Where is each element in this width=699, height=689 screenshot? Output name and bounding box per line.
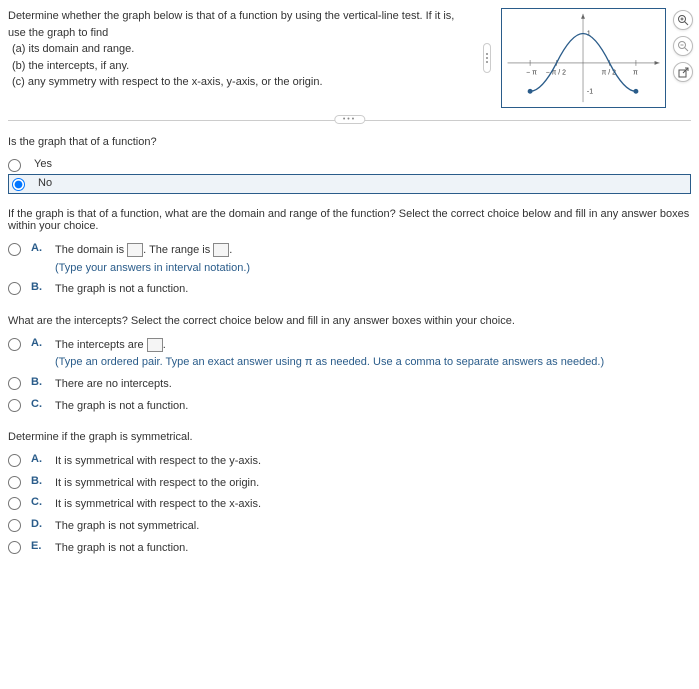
graph-container: − π − π / 2 π / 2 π 1 -1 <box>501 8 691 108</box>
q3-option-b[interactable]: B. There are no intercepts. <box>8 374 691 396</box>
graph-plot: − π − π / 2 π / 2 π 1 -1 <box>501 8 666 108</box>
q3-radio-a[interactable] <box>8 338 21 351</box>
q3-section: What are the intercepts? Select the corr… <box>8 315 691 417</box>
q2-b-letter: B. <box>31 281 45 293</box>
q3-radio-c[interactable] <box>8 399 21 412</box>
q4-a-letter: A. <box>31 453 45 465</box>
q2-radio-a[interactable] <box>8 243 21 256</box>
q4-option-a[interactable]: A. It is symmetrical with respect to the… <box>8 451 691 473</box>
intro-a: (a) its domain and range. <box>12 41 473 58</box>
q4-c-text: It is symmetrical with respect to the x-… <box>55 496 691 514</box>
q4-prompt: Determine if the graph is symmetrical. <box>8 431 691 443</box>
q4-b-text: It is symmetrical with respect to the or… <box>55 475 691 493</box>
q1-radio-no[interactable] <box>12 178 25 191</box>
q4-c-letter: C. <box>31 496 45 508</box>
q1-no-label: No <box>35 177 52 189</box>
q4-option-e[interactable]: E. The graph is not a function. <box>8 538 691 560</box>
q1-option-no[interactable]: No <box>8 174 691 194</box>
q4-radio-d[interactable] <box>8 519 21 532</box>
q1-section: Is the graph that of a function? Yes No <box>8 136 691 194</box>
q2-option-b[interactable]: B. The graph is not a function. <box>8 279 691 301</box>
q3-b-text: There are no intercepts. <box>55 376 691 394</box>
ellipsis-handle-icon[interactable]: ••• <box>334 115 365 124</box>
q3-option-a[interactable]: A. The intercepts are . (Type an ordered… <box>8 335 691 374</box>
q3-a-hint: (Type an ordered pair. Type an exact ans… <box>55 356 604 368</box>
q1-radio-yes[interactable] <box>8 159 21 172</box>
q4-radio-b[interactable] <box>8 476 21 489</box>
q3-prompt: What are the intercepts? Select the corr… <box>8 315 691 327</box>
q4-option-d[interactable]: D. The graph is not symmetrical. <box>8 516 691 538</box>
q4-e-text: The graph is not a function. <box>55 540 691 558</box>
q1-prompt: Is the graph that of a function? <box>8 136 691 148</box>
question-text: Determine whether the graph below is tha… <box>8 8 473 108</box>
zoom-in-icon[interactable] <box>673 10 693 30</box>
intercepts-input[interactable] <box>147 338 163 352</box>
q4-d-text: The graph is not symmetrical. <box>55 518 691 536</box>
resize-handle[interactable] <box>483 43 491 73</box>
domain-input[interactable] <box>127 243 143 257</box>
q1-option-yes[interactable]: Yes <box>8 156 691 174</box>
q4-option-c[interactable]: C. It is symmetrical with respect to the… <box>8 494 691 516</box>
q2-option-a[interactable]: A. The domain is . The range is . (Type … <box>8 240 691 279</box>
q2-radio-b[interactable] <box>8 282 21 295</box>
svg-text:− π: − π <box>526 70 537 77</box>
q4-radio-e[interactable] <box>8 541 21 554</box>
q3-a-letter: A. <box>31 337 45 349</box>
question-header: Determine whether the graph below is tha… <box>8 8 691 108</box>
svg-text:-1: -1 <box>587 88 593 95</box>
q4-b-letter: B. <box>31 475 45 487</box>
q2-section: If the graph is that of a function, what… <box>8 208 691 301</box>
q4-option-b[interactable]: B. It is symmetrical with respect to the… <box>8 473 691 495</box>
q3-c-letter: C. <box>31 398 45 410</box>
q4-radio-a[interactable] <box>8 454 21 467</box>
q4-radio-c[interactable] <box>8 497 21 510</box>
section-divider: ••• <box>8 120 691 121</box>
q2-a-letter: A. <box>31 242 45 254</box>
q3-c-text: The graph is not a function. <box>55 398 691 416</box>
intro-c: (c) any symmetry with respect to the x-a… <box>12 74 473 91</box>
q1-yes-label: Yes <box>31 158 52 170</box>
q2-prompt: If the graph is that of a function, what… <box>8 208 691 232</box>
cosine-graph: − π − π / 2 π / 2 π 1 -1 <box>502 9 665 107</box>
svg-text:π: π <box>633 70 638 77</box>
q3-option-c[interactable]: C. The graph is not a function. <box>8 396 691 418</box>
zoom-out-icon[interactable] <box>673 36 693 56</box>
q4-a-text: It is symmetrical with respect to the y-… <box>55 453 691 471</box>
q4-e-letter: E. <box>31 540 45 552</box>
q2-b-text: The graph is not a function. <box>55 281 691 299</box>
q2-a-hint: (Type your answers in interval notation.… <box>55 262 250 274</box>
range-input[interactable] <box>213 243 229 257</box>
q3-b-letter: B. <box>31 376 45 388</box>
graph-toolbar <box>673 10 693 82</box>
intro-main: Determine whether the graph below is tha… <box>8 8 473 41</box>
popout-icon[interactable] <box>673 62 693 82</box>
q3-radio-b[interactable] <box>8 377 21 390</box>
q4-section: Determine if the graph is symmetrical. A… <box>8 431 691 559</box>
q2-a-text: The domain is . The range is . (Type you… <box>55 242 691 277</box>
q3-a-text: The intercepts are . (Type an ordered pa… <box>55 337 691 372</box>
q4-d-letter: D. <box>31 518 45 530</box>
intro-b: (b) the intercepts, if any. <box>12 58 473 75</box>
